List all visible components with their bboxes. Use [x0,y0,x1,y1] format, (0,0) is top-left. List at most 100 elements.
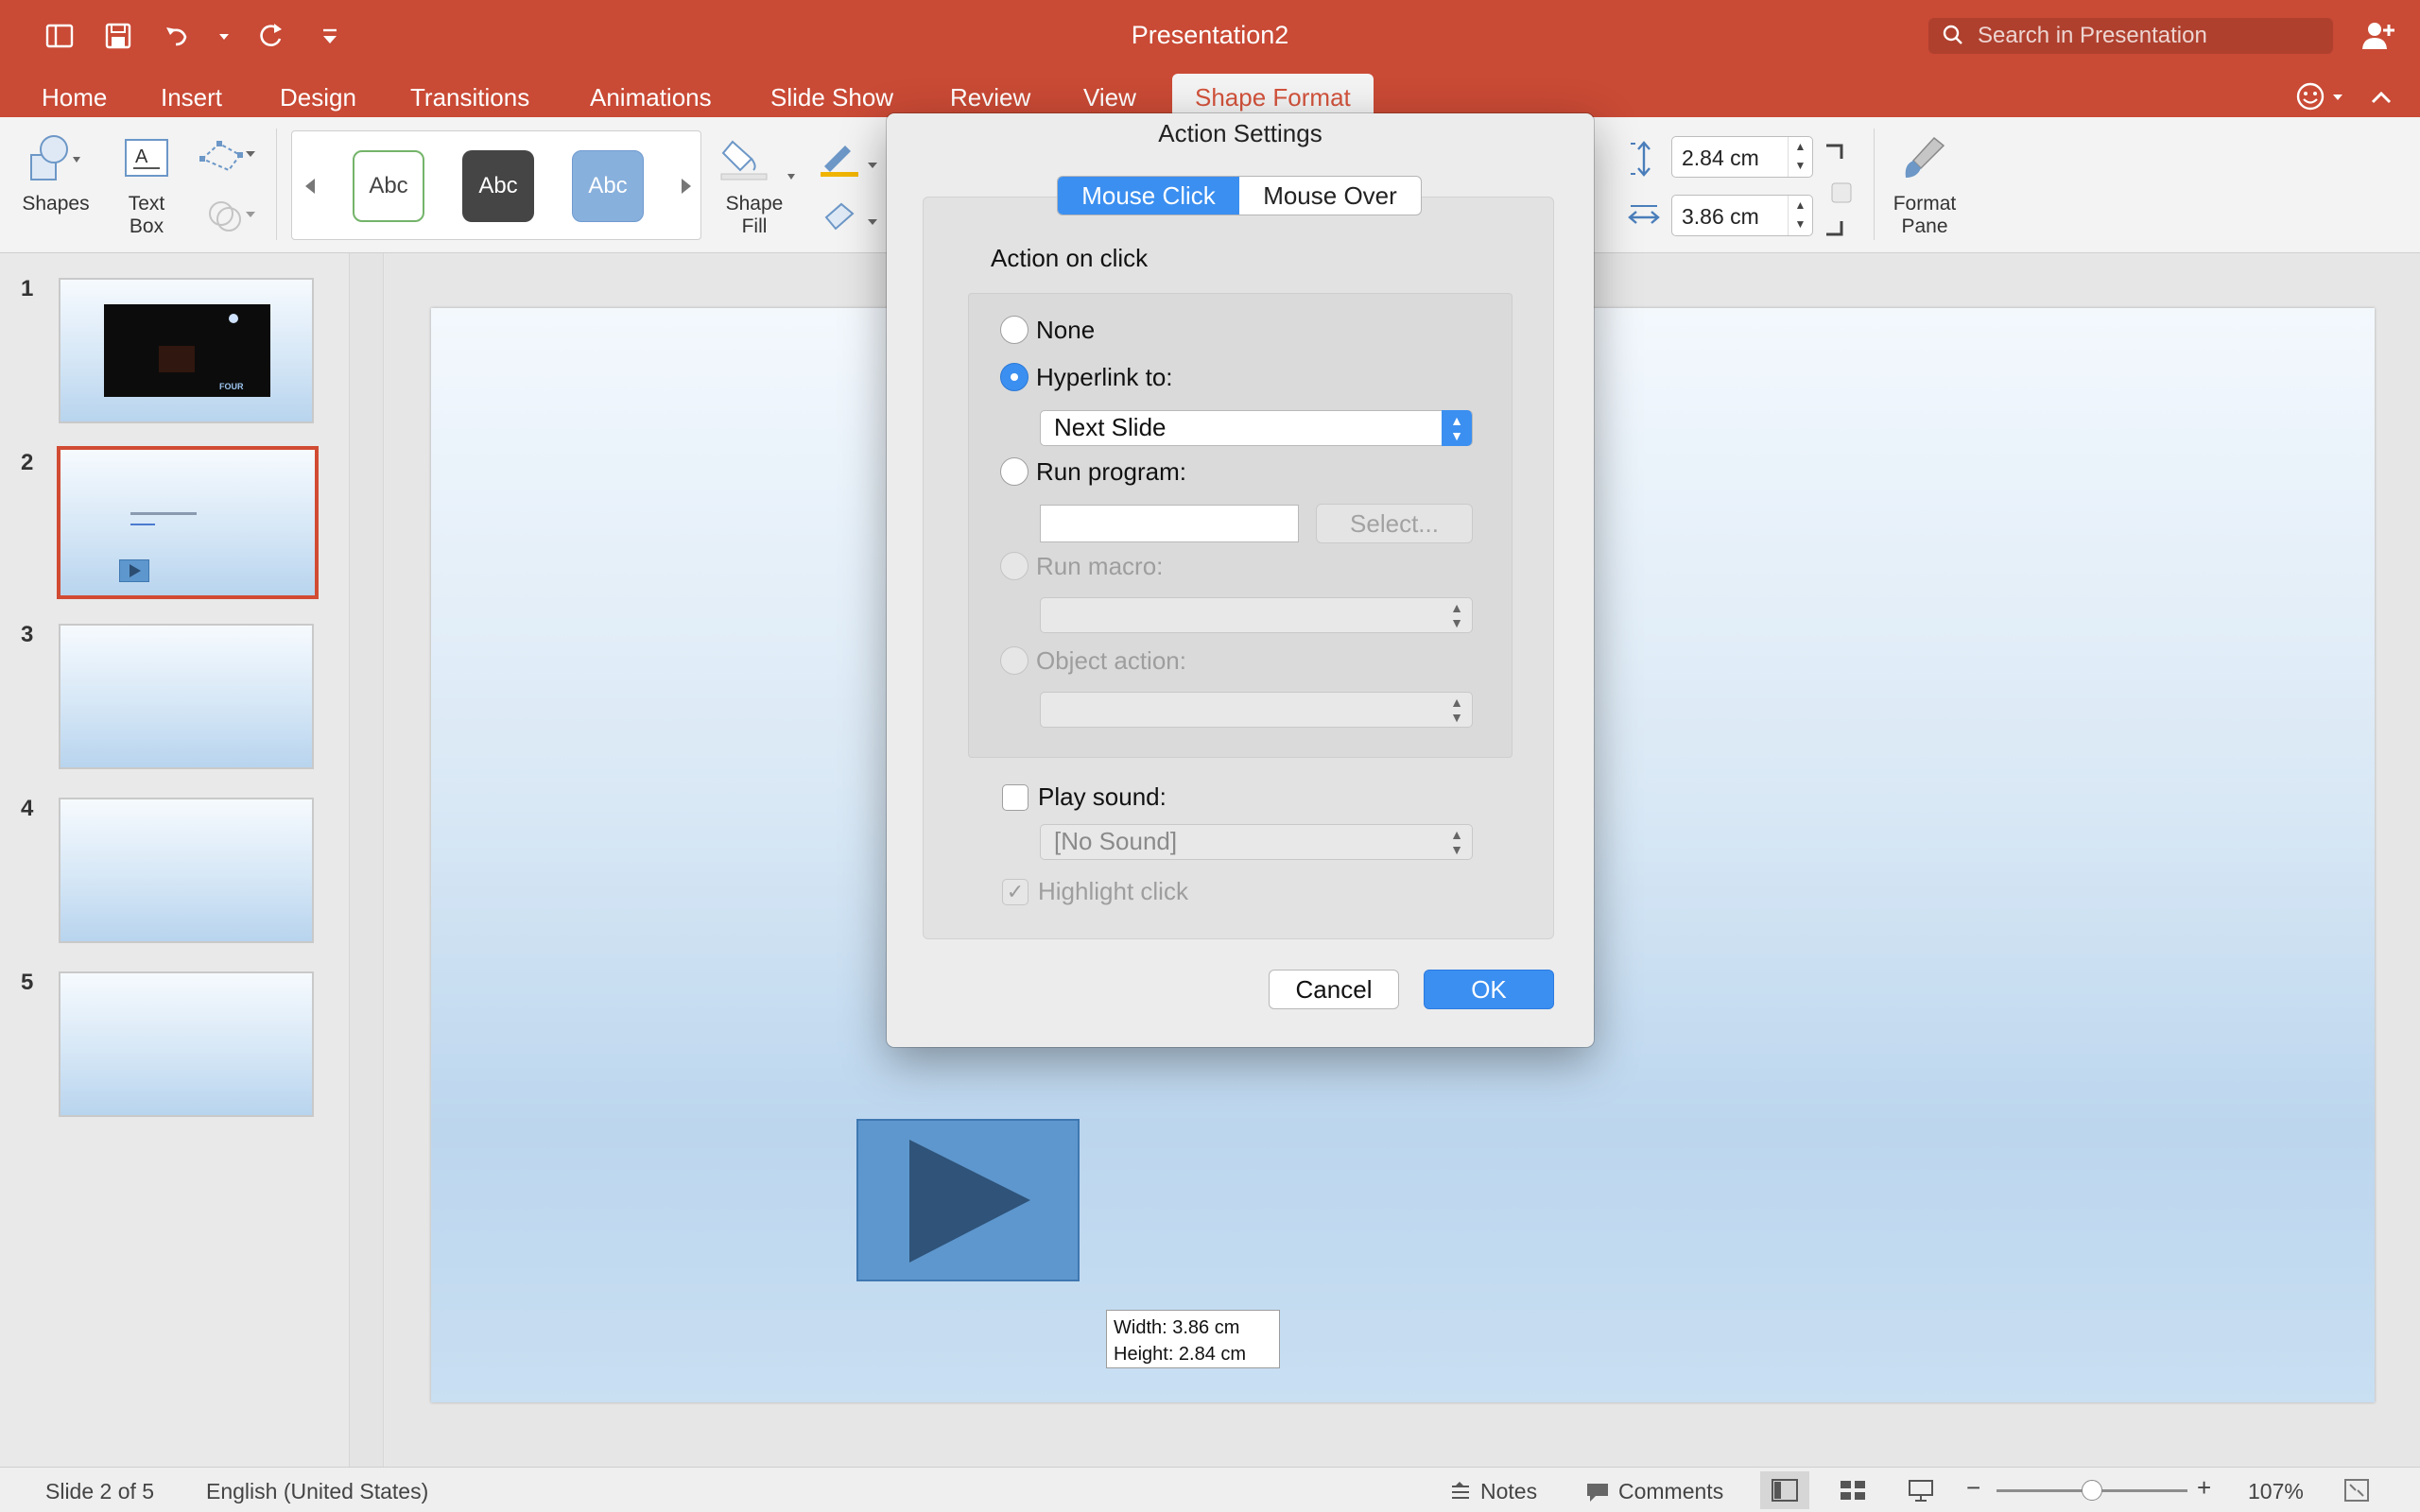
shapes-label: Shapes [22,193,90,215]
slide-thumbnail-1[interactable]: FOUR [59,278,314,423]
tab-slide-show[interactable]: Slide Show [770,77,893,117]
zoom-out-button[interactable]: − [1966,1473,1980,1503]
shape-style-1[interactable]: Abc [353,150,424,222]
tooltip-height: Height: 2.84 cm [1114,1344,1247,1365]
run-macro-select[interactable]: ▲ ▼ [1040,597,1473,633]
chevron-updown-icon: ▲ ▼ [1450,600,1463,630]
select-program-button[interactable]: Select... [1316,504,1473,543]
slide-2-play-button-preview [119,559,149,582]
run-program-label: Run program: [1036,457,1186,486]
tab-review[interactable]: Review [950,77,1030,117]
tab-shape-format[interactable]: Shape Format [1172,74,1374,117]
play-action-button-shape[interactable] [856,1119,1080,1281]
slide-thumbnail-3[interactable] [59,624,314,769]
paint-bucket-icon [720,140,795,180]
width-field[interactable]: 3.86 cm ▲ ▼ [1671,195,1813,236]
gallery-next-icon[interactable] [678,177,693,196]
zoom-in-button[interactable]: + [2197,1473,2211,1503]
dialog-title: Action Settings [1158,119,1322,147]
shapes-button[interactable]: Shapes [13,132,98,215]
feedback-smiley-icon[interactable] [2291,77,2348,115]
search-icon [1943,25,1962,44]
slide-number: 1 [21,276,34,301]
run-macro-label: Run macro: [1036,552,1164,580]
hyperlink-radio[interactable] [1000,363,1028,391]
tab-view[interactable]: View [1083,77,1136,117]
shape-style-3[interactable]: Abc [572,150,644,222]
run-program-field[interactable] [1040,505,1299,542]
action-settings-dialog: Action Settings Mouse Click Mouse Over A… [887,113,1594,1047]
slide-sorter-icon [1841,1481,1865,1500]
comment-icon [1587,1483,1608,1502]
hyperlink-label: Hyperlink to: [1036,363,1173,391]
normal-view-button[interactable] [1760,1471,1809,1509]
ok-button[interactable]: OK [1424,970,1554,1009]
slide-thumbnail-4[interactable] [59,798,314,943]
highlight-click-checkbox[interactable]: ✓ [1002,879,1028,905]
normal-view-icon [1772,1479,1798,1502]
none-label: None [1036,316,1096,344]
zoom-level[interactable]: 107% [2248,1479,2304,1504]
slide-thumbnail-5[interactable] [59,971,314,1117]
text-box-button[interactable]: A Text Box [117,132,176,238]
slide-1-text: FOUR [219,382,244,391]
slide-sorter-button[interactable] [1828,1471,1877,1509]
tab-mouse-over[interactable]: Mouse Over [1239,177,1421,215]
format-pane-label-2: Pane [1901,215,1948,237]
tab-mouse-click[interactable]: Mouse Click [1058,177,1239,215]
shape-outline-icon[interactable] [815,138,881,242]
hyperlink-select[interactable]: Next Slide ▲ ▼ [1040,410,1473,446]
run-macro-radio[interactable] [1000,552,1028,580]
paintbrush-icon [1905,136,1945,178]
tab-transitions[interactable]: Transitions [410,77,529,117]
object-action-select[interactable]: ▲ ▼ [1040,692,1473,728]
lock-aspect-icon[interactable] [1821,140,1860,253]
height-stepper[interactable]: ▲ ▼ [1788,137,1812,177]
slide-count: Slide 2 of 5 [45,1479,155,1503]
ribbon-tabs: Home Insert Design Transitions Animation… [0,74,2420,117]
height-icon [1631,141,1651,177]
object-action-radio[interactable] [1000,646,1028,675]
shapes-icon [30,135,80,180]
width-value: 3.86 cm [1682,204,1759,229]
notes-button[interactable]: Notes [1448,1479,1537,1504]
play-sound-checkbox[interactable] [1002,784,1028,811]
collapse-ribbon-icon[interactable] [2367,83,2395,112]
tab-home[interactable]: Home [42,77,107,117]
slide-number: 5 [21,970,34,995]
presenter-view-button[interactable] [1896,1471,1945,1509]
comments-button[interactable]: Comments [1584,1479,1723,1504]
run-program-radio[interactable] [1000,457,1028,486]
tab-design[interactable]: Design [280,77,356,117]
slide-thumbnail-panel: 1 FOUR 2 3 4 5 [0,253,350,1467]
gallery-prev-icon[interactable] [303,177,319,196]
cancel-button[interactable]: Cancel [1269,970,1399,1009]
shape-style-2[interactable]: Abc [462,150,534,222]
language[interactable]: English (United States) [206,1479,428,1504]
size-tooltip: Width: 3.86 cm Height: 2.84 cm [1106,1310,1280,1368]
thumbnail-scrollbar[interactable] [350,253,384,1467]
none-radio[interactable] [1000,316,1028,344]
share-icon[interactable] [2360,17,2397,55]
search-box[interactable]: Search in Presentation [1928,18,2333,54]
hyperlink-value: Next Slide [1054,413,1167,441]
chevron-updown-icon: ▲ ▼ [1442,410,1472,446]
slide-number: 3 [21,622,34,647]
object-action-label: Object action: [1036,646,1186,675]
width-stepper[interactable]: ▲ ▼ [1788,196,1812,235]
slide-thumbnail-2[interactable] [57,446,319,599]
height-field[interactable]: 2.84 cm ▲ ▼ [1671,136,1813,178]
fit-to-window-icon[interactable] [2342,1477,2371,1503]
action-trigger-segmented-control: Mouse Click Mouse Over [1057,176,1422,215]
play-sound-label: Play sound: [1038,782,1167,811]
zoom-slider-thumb[interactable] [2082,1480,2102,1501]
format-pane-button[interactable]: Format Pane [1887,132,1962,238]
tab-insert[interactable]: Insert [161,77,222,117]
title-bar: Presentation2 Search in Presentation Hom… [0,0,2420,117]
edit-shape-icon[interactable] [193,136,259,240]
chevron-updown-icon: ▲ ▼ [1450,827,1463,857]
shape-fill-button[interactable]: Shape Fill [709,132,800,238]
tab-animations[interactable]: Animations [590,77,712,117]
sound-select[interactable]: [No Sound] ▲ ▼ [1040,824,1473,860]
shape-fill-label-1: Shape [725,193,784,215]
